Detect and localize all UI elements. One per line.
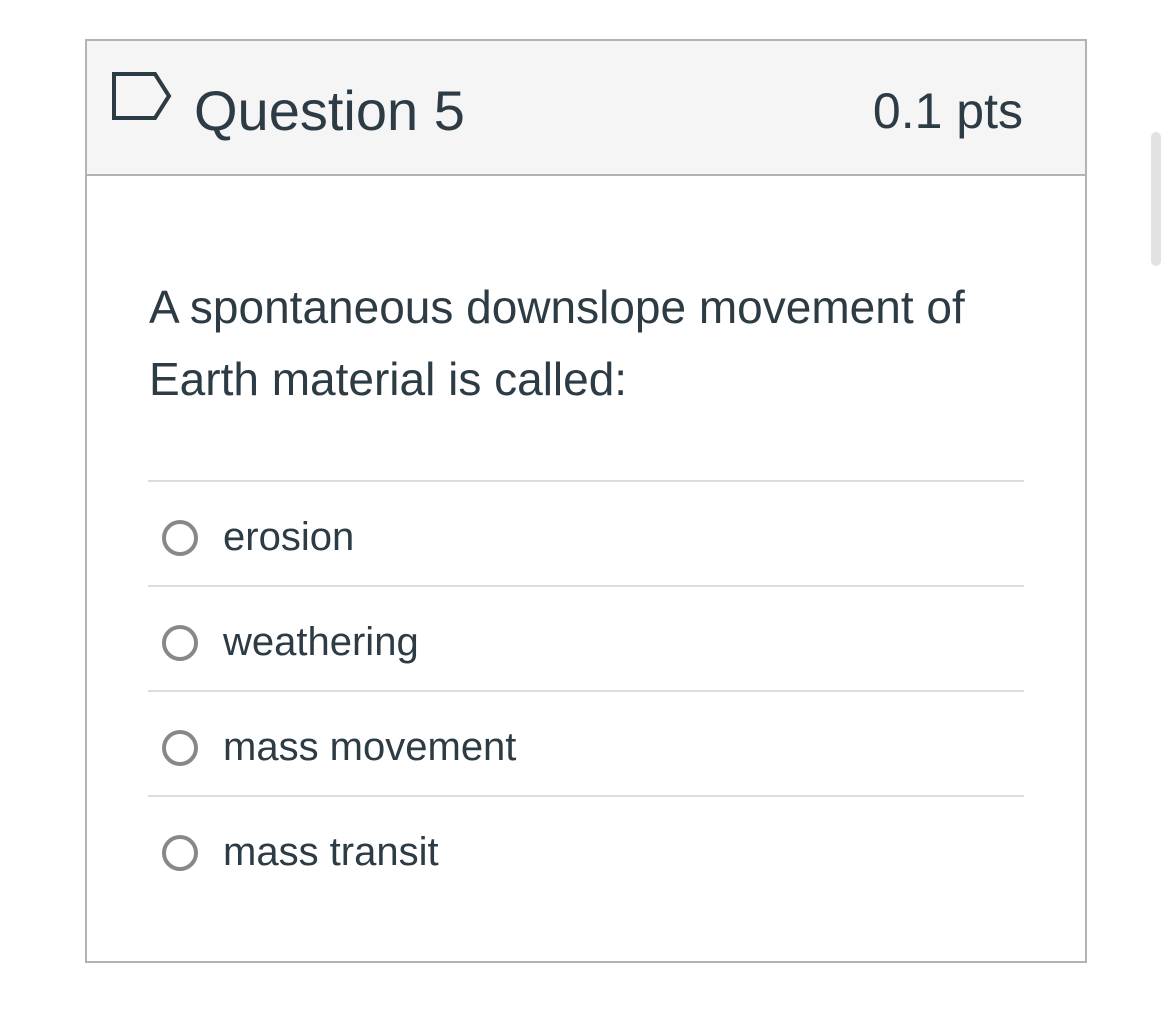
question-text: A spontaneous downslope movement of Eart…	[149, 281, 965, 405]
answer-option[interactable]: mass movement	[148, 690, 1024, 795]
answer-label[interactable]: mass movement	[223, 722, 516, 772]
question-title: Question 5	[194, 79, 465, 142]
question-header: Question 5 0.1 pts	[87, 41, 1085, 176]
question-card: Question 5 0.1 pts A spontaneous downslo…	[85, 39, 1087, 963]
answer-label[interactable]: weathering	[223, 617, 419, 667]
answer-list: erosion weathering mass movement mass tr…	[148, 480, 1024, 900]
flag-icon[interactable]	[111, 71, 173, 121]
answer-label[interactable]: erosion	[223, 512, 354, 562]
answer-option[interactable]: erosion	[148, 480, 1024, 585]
question-points: 0.1 pts	[872, 83, 1023, 139]
radio-button-mass-movement[interactable]	[162, 730, 198, 766]
radio-button-erosion[interactable]	[162, 520, 198, 556]
radio-button-weathering[interactable]	[162, 625, 198, 661]
answer-label[interactable]: mass transit	[223, 827, 439, 877]
answer-option[interactable]: weathering	[148, 585, 1024, 690]
radio-button-mass-transit[interactable]	[162, 835, 198, 871]
scrollbar-thumb[interactable]	[1151, 132, 1161, 266]
answer-option[interactable]: mass transit	[148, 795, 1024, 900]
